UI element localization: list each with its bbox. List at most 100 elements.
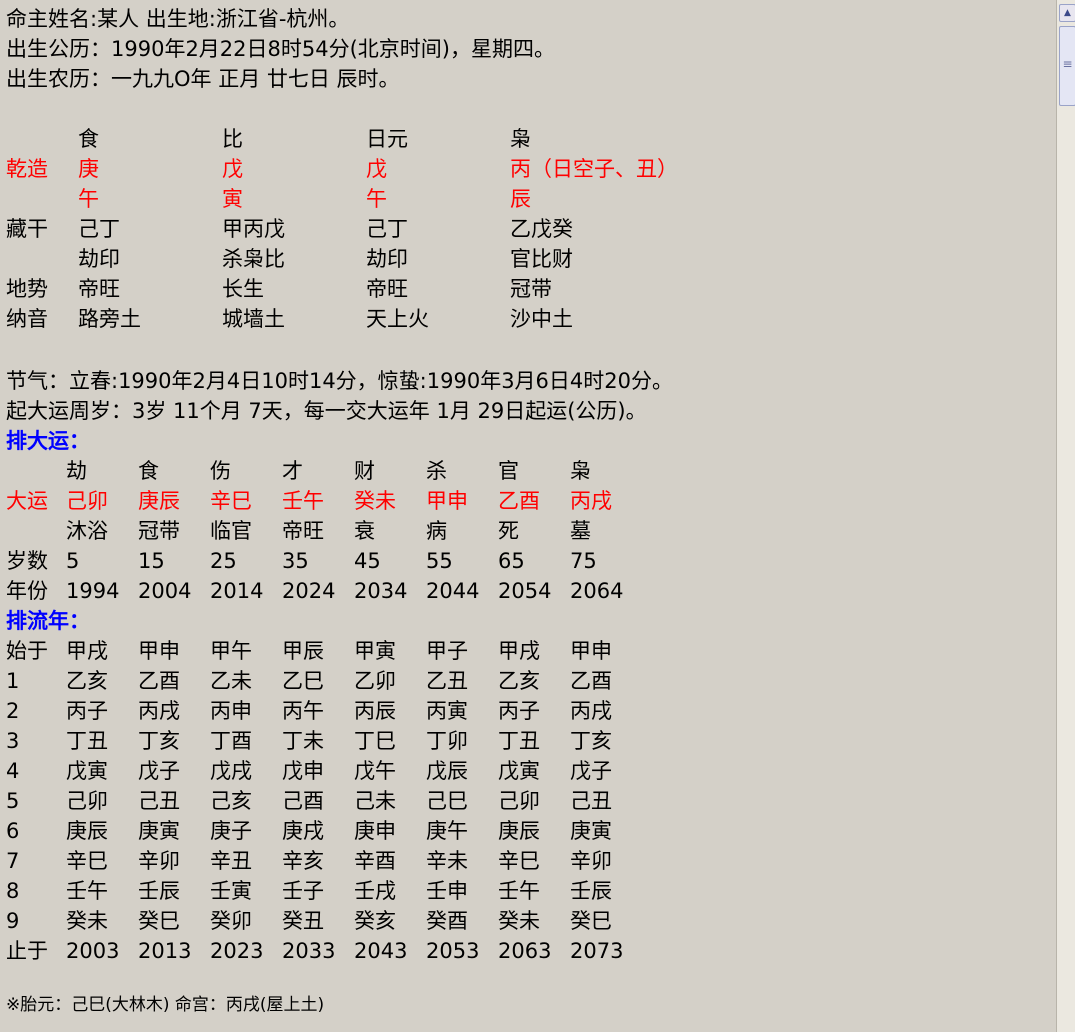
liunian-cell: 丁未 xyxy=(282,729,324,753)
pillar-cell-zhi: 寅 xyxy=(222,187,243,211)
pillar-cell-canggan_ss: 劫印 xyxy=(366,247,408,271)
liunian-cell: 乙卯 xyxy=(354,669,396,693)
liunian-cell: 甲戌 xyxy=(66,639,108,663)
liunian-cell: 庚申 xyxy=(354,819,396,843)
pillar-row-label: 地势 xyxy=(6,277,48,301)
liunian-cell: 辛巳 xyxy=(66,849,108,873)
liunian-cell: 2053 xyxy=(426,939,480,963)
liunian-cell: 乙未 xyxy=(210,669,252,693)
liunian-cell: 丁亥 xyxy=(138,729,180,753)
dayun-cell-ages: 5 xyxy=(66,549,80,573)
liunian-cell: 己酉 xyxy=(282,789,324,813)
dayun-cell-ages: 75 xyxy=(570,549,597,573)
dayun-cell-years: 2004 xyxy=(138,579,192,603)
dayun-cell-shishen: 财 xyxy=(354,459,375,483)
dayun-cell-ages: 55 xyxy=(426,549,453,573)
liunian-cell: 乙酉 xyxy=(138,669,180,693)
scroll-up-icon[interactable]: ▲ xyxy=(1059,4,1075,22)
liunian-cell: 壬子 xyxy=(282,879,324,903)
liunian-cell: 乙酉 xyxy=(570,669,612,693)
dayun-row-label: 岁数 xyxy=(6,549,48,573)
dayun-cell-changsheng: 死 xyxy=(498,519,519,543)
liunian-cell: 甲子 xyxy=(426,639,468,663)
pillar-cell-canggan_ss: 劫印 xyxy=(78,247,120,271)
liunian-cell: 己巳 xyxy=(426,789,468,813)
liunian-title: 排流年： xyxy=(6,609,90,633)
liunian-cell: 戊子 xyxy=(570,759,612,783)
pillar-cell-shishen: 比 xyxy=(222,127,243,151)
liunian-cell: 辛亥 xyxy=(282,849,324,873)
vertical-scrollbar[interactable]: ▲ ≡ xyxy=(1056,0,1075,1032)
dayun-row-label: 年份 xyxy=(6,579,48,603)
scroll-thumb[interactable]: ≡ xyxy=(1059,26,1075,106)
pillar-cell-canggan: 己丁 xyxy=(366,217,408,241)
dayun-cell-shishen: 杀 xyxy=(426,459,447,483)
liunian-cell: 2033 xyxy=(282,939,336,963)
dayun-cell-shishen: 才 xyxy=(282,459,303,483)
liunian-cell: 壬申 xyxy=(426,879,468,903)
liunian-row-label: 4 xyxy=(6,759,20,783)
dayun-cell-years: 2054 xyxy=(498,579,552,603)
liunian-cell: 丙子 xyxy=(498,699,540,723)
liunian-cell: 2073 xyxy=(570,939,624,963)
liunian-cell: 庚寅 xyxy=(570,819,612,843)
pillar-row-label: 纳音 xyxy=(6,307,48,331)
dayun-cell-years: 1994 xyxy=(66,579,120,603)
liunian-cell: 乙丑 xyxy=(426,669,468,693)
liunian-row-label: 止于 xyxy=(6,939,48,963)
pillar-cell-gan: 丙（日空子、丑） xyxy=(510,157,678,181)
liunian-cell: 庚寅 xyxy=(138,819,180,843)
liunian-row-label: 5 xyxy=(6,789,20,813)
pillar-cell-canggan: 己丁 xyxy=(78,217,120,241)
liunian-cell: 戊戌 xyxy=(210,759,252,783)
liunian-cell: 己未 xyxy=(354,789,396,813)
dayun-cell-ages: 45 xyxy=(354,549,381,573)
liunian-row-label: 6 xyxy=(6,819,20,843)
liunian-cell: 戊午 xyxy=(354,759,396,783)
liunian-cell: 丁亥 xyxy=(570,729,612,753)
liunian-cell: 乙亥 xyxy=(66,669,108,693)
liunian-cell: 癸巳 xyxy=(138,909,180,933)
liunian-cell: 甲午 xyxy=(210,639,252,663)
liunian-cell: 壬戌 xyxy=(354,879,396,903)
dayun-title: 排大运： xyxy=(6,429,90,453)
dayun-cell-ganzhi: 己卯 xyxy=(66,489,108,513)
liunian-cell: 乙巳 xyxy=(282,669,324,693)
dayun-cell-changsheng: 临官 xyxy=(210,519,252,543)
liunian-cell: 乙亥 xyxy=(498,669,540,693)
pillar-cell-dishi: 帝旺 xyxy=(78,277,120,301)
pillar-cell-nayin: 沙中土 xyxy=(510,307,573,331)
dayun-cell-changsheng: 衰 xyxy=(354,519,375,543)
liunian-cell: 丁丑 xyxy=(498,729,540,753)
liunian-cell: 癸未 xyxy=(66,909,108,933)
liunian-cell: 癸亥 xyxy=(354,909,396,933)
liunian-cell: 辛卯 xyxy=(138,849,180,873)
liunian-cell: 壬辰 xyxy=(570,879,612,903)
pillar-cell-shishen: 食 xyxy=(78,127,99,151)
liunian-cell: 癸丑 xyxy=(282,909,324,933)
liunian-cell: 丙申 xyxy=(210,699,252,723)
dayun-cell-ganzhi: 壬午 xyxy=(282,489,324,513)
liunian-cell: 庚戌 xyxy=(282,819,324,843)
liunian-cell: 己丑 xyxy=(138,789,180,813)
solar-birth: 出生公历：1990年2月22日8时54分(北京时间)，星期四。 xyxy=(6,37,555,61)
dayun-cell-years: 2024 xyxy=(282,579,336,603)
liunian-cell: 壬辰 xyxy=(138,879,180,903)
pillar-cell-dishi: 帝旺 xyxy=(366,277,408,301)
person-info: 命主姓名:某人 出生地:浙江省-杭州。 xyxy=(6,7,350,31)
dayun-cell-shishen: 官 xyxy=(498,459,519,483)
dayun-cell-changsheng: 病 xyxy=(426,519,447,543)
liunian-cell: 癸巳 xyxy=(570,909,612,933)
scroll-grip-icon[interactable]: ≡ xyxy=(1060,57,1075,71)
liunian-row-label: 8 xyxy=(6,879,20,903)
liunian-cell: 丙午 xyxy=(282,699,324,723)
liunian-cell: 甲辰 xyxy=(282,639,324,663)
dayun-cell-ganzhi: 癸未 xyxy=(354,489,396,513)
liunian-cell: 庚子 xyxy=(210,819,252,843)
pillar-cell-gan: 庚 xyxy=(78,157,99,181)
pillar-cell-nayin: 天上火 xyxy=(366,307,429,331)
dayun-cell-ganzhi: 丙戌 xyxy=(570,489,612,513)
dayun-cell-ganzhi: 乙酉 xyxy=(498,489,540,513)
dayun-cell-ages: 35 xyxy=(282,549,309,573)
dayun-cell-ages: 65 xyxy=(498,549,525,573)
